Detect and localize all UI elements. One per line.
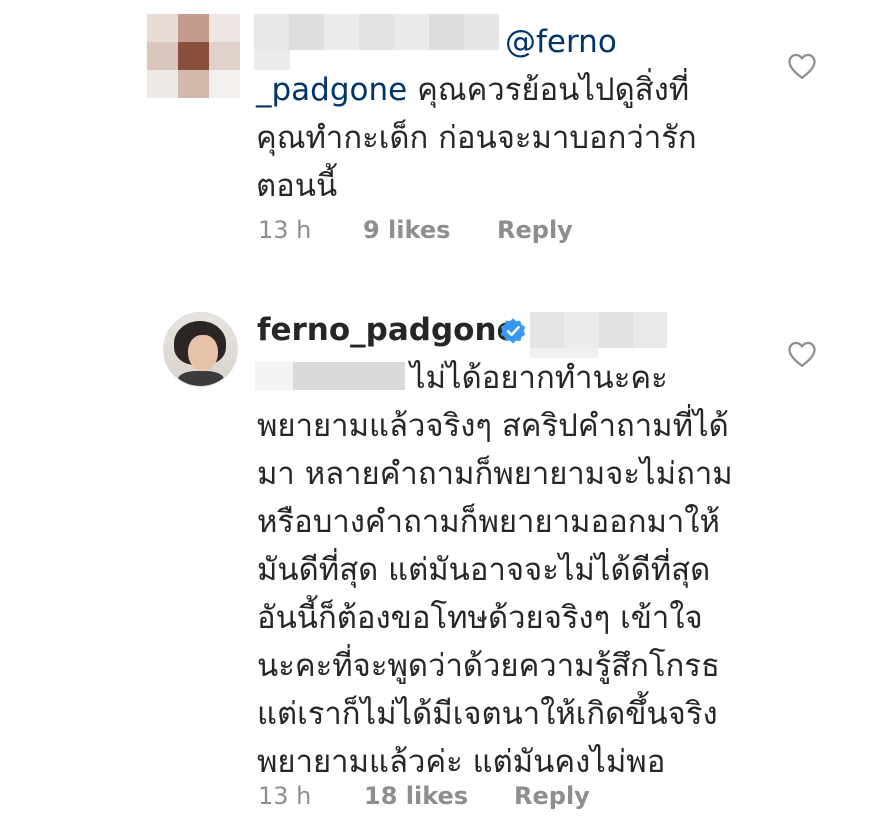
redacted-mention-line2: [255, 362, 405, 390]
comment-timestamp: 13 h: [258, 782, 312, 810]
comment-text-line: _padgone คุณควรย้อนไปดูสิ่งที่: [256, 72, 690, 108]
pixelated-avatar-icon[interactable]: [147, 14, 240, 98]
comment-text-line: แต่เราก็ไม่ได้มีเจตนาให้เกิดขึ้นจริง: [257, 696, 718, 732]
verified-badge-icon: [500, 318, 526, 344]
heart-icon[interactable]: [787, 52, 817, 80]
username-link[interactable]: ferno_padgone: [257, 306, 518, 354]
comment-item: ferno_padgone ไม่ได้อยากทำนะคะ พยายามแล้…: [0, 300, 869, 836]
redacted-username: [254, 14, 499, 50]
comment-timestamp: 13 h: [258, 216, 312, 244]
comment-item: @ferno _padgone คุณควรย้อนไปดูสิ่งที่ คุ…: [0, 0, 869, 270]
comment-text-line: ตอนนี้: [256, 168, 338, 204]
mention-link-cont[interactable]: _padgone: [256, 72, 407, 108]
mention-link[interactable]: @ferno: [505, 18, 617, 66]
heart-icon[interactable]: [787, 340, 817, 368]
reply-button[interactable]: Reply: [497, 216, 573, 244]
comment-text-line: ไม่ได้อยากทำนะคะ: [410, 360, 668, 396]
comment-text-line: มันดีที่สุด แต่มันอาจจะไม่ได้ดีที่สุด: [257, 552, 711, 588]
likes-count[interactable]: 18 likes: [364, 782, 468, 810]
comment-text-line: พยายามแล้วจริงๆ สคริปคำถามที่ได้: [257, 408, 729, 444]
redacted-mention: [530, 312, 667, 348]
comment-text-line: คุณทำกะเด็ก ก่อนจะมาบอกว่ารัก: [256, 120, 697, 156]
comment-text-line: หรือบางคำถามก็พยายามออกมาให้: [257, 504, 720, 540]
comment-text-line: มา หลายคำถามก็พยายามจะไม่ถาม: [257, 456, 733, 492]
likes-count[interactable]: 9 likes: [363, 216, 450, 244]
avatar[interactable]: [163, 312, 238, 387]
comment-text-line: อันนี้ก็ต้องขอโทษด้วยจริงๆ เข้าใจ: [257, 600, 703, 636]
reply-button[interactable]: Reply: [514, 782, 590, 810]
comment-text-line: นะคะที่จะพูดว่าด้วยความรู้สึกโกรธ: [257, 648, 720, 684]
comment-text-line: พยายามแล้วค่ะ แต่มันคงไม่พอ: [257, 744, 666, 780]
